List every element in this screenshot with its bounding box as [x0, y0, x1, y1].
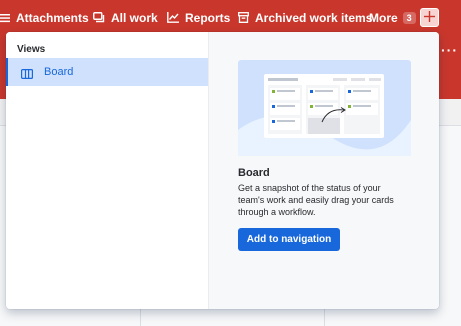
board-illustration: [238, 60, 411, 156]
nav-item-reports[interactable]: Reports: [167, 0, 230, 35]
top-navigation-bar: Attachments All work Reports Archived wo…: [0, 0, 461, 35]
list-icon: [0, 13, 10, 23]
all-work-icon: [93, 12, 105, 23]
views-list-pane: Views Board: [6, 32, 208, 309]
nav-item-attachments[interactable]: Attachments: [0, 0, 89, 35]
nav-item-label: Reports: [185, 10, 231, 25]
section-title: Views: [17, 44, 46, 55]
nav-item-label: More: [369, 10, 398, 25]
view-item-board[interactable]: Board: [6, 58, 208, 86]
add-view-popup: Views Board Board Get a snapshot of the …: [6, 32, 439, 309]
nav-item-label: Attachments: [16, 10, 89, 25]
board-icon: [21, 66, 34, 84]
count-badge: 3: [402, 11, 416, 24]
chart-icon: [167, 12, 179, 23]
add-view-button[interactable]: [420, 8, 439, 27]
nav-item-archived-work-items[interactable]: Archived work items: [238, 0, 372, 35]
view-detail-pane: Board Get a snapshot of the status of yo…: [208, 32, 439, 309]
nav-item-more[interactable]: More 3: [369, 0, 416, 35]
nav-item-all-work[interactable]: All work: [93, 0, 158, 35]
nav-item-label: Archived work items: [255, 10, 373, 25]
plus-icon: [424, 10, 435, 25]
view-detail-title: Board: [238, 167, 270, 179]
more-icon[interactable]: ···: [441, 42, 458, 58]
view-detail-description: Get a snapshot of the status of your tea…: [238, 183, 394, 217]
view-item-label: Board: [44, 66, 74, 78]
nav-item-label: All work: [111, 10, 158, 25]
archive-icon: [238, 12, 249, 23]
add-to-navigation-button[interactable]: Add to navigation: [238, 228, 340, 251]
